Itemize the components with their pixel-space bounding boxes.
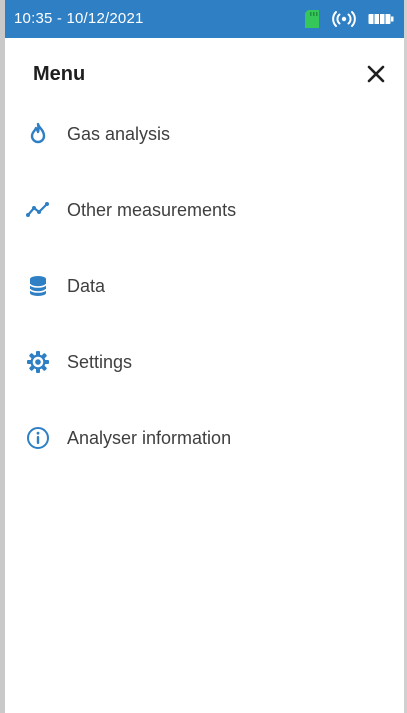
close-button[interactable] bbox=[362, 60, 390, 88]
menu-item-label: Analyser information bbox=[67, 427, 232, 448]
menu-item-analyser-information[interactable]: Analyser information bbox=[5, 400, 404, 476]
menu-title: Menu bbox=[33, 63, 86, 85]
status-datetime: 10:35 - 10/12/2021 bbox=[14, 10, 144, 27]
status-bar: 10:35 - 10/12/2021 bbox=[5, 0, 404, 38]
menu-item-settings[interactable]: Settings bbox=[5, 324, 404, 400]
menu-item-label: Data bbox=[67, 275, 106, 296]
menu-item-label: Gas analysis bbox=[67, 123, 171, 144]
gear-icon bbox=[26, 350, 50, 374]
menu-item-gas-analysis[interactable]: Gas analysis bbox=[5, 96, 404, 172]
close-icon bbox=[367, 65, 385, 83]
wireless-signal-icon bbox=[332, 10, 356, 28]
info-icon bbox=[26, 426, 50, 450]
menu-item-label: Settings bbox=[67, 351, 133, 372]
device-screen: 10:35 - 10/12/2021 Menu Gas analysis Oth… bbox=[0, 0, 407, 713]
flame-icon bbox=[26, 122, 50, 146]
trend-line-icon bbox=[26, 198, 50, 222]
menu-list: Gas analysis Other measurements Data Set… bbox=[5, 96, 404, 476]
status-icons bbox=[304, 8, 394, 30]
menu-item-data[interactable]: Data bbox=[5, 248, 404, 324]
menu-item-other-measurements[interactable]: Other measurements bbox=[5, 172, 404, 248]
sd-card-icon bbox=[304, 9, 320, 29]
menu-item-label: Other measurements bbox=[67, 199, 237, 220]
battery-icon bbox=[368, 13, 394, 25]
database-icon bbox=[26, 274, 50, 298]
